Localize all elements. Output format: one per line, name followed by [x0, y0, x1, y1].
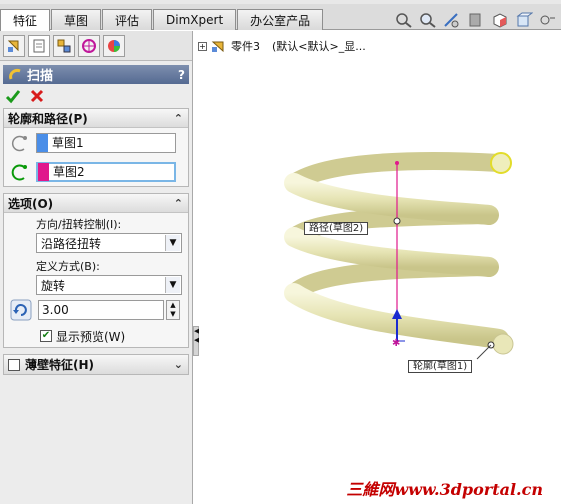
path-icon [11, 164, 27, 180]
display-style-icon[interactable] [491, 12, 509, 28]
manager-tabs [0, 31, 192, 61]
path-value: 草图2 [53, 165, 85, 179]
orientation-label: 方向/扭转控制(I): [36, 218, 122, 231]
turns-input[interactable]: 3.00 [38, 300, 164, 320]
preview-label: 显示预览(W) [56, 329, 126, 344]
section-view-icon[interactable] [443, 12, 461, 28]
tab-features[interactable]: 特征 [0, 9, 51, 31]
tab-office-products[interactable]: 办公室产品 [237, 9, 324, 30]
chevron-down-icon[interactable]: ▼ [165, 277, 180, 293]
display-manager-icon [108, 40, 120, 52]
path-callout[interactable]: 路径(草图2) [304, 222, 369, 235]
define-value: 旋转 [41, 278, 66, 293]
options-header[interactable]: 选项(O) ⌃ [4, 194, 188, 213]
thin-feature-checkbox[interactable] [8, 358, 20, 371]
dimxpert-manager-icon [82, 39, 96, 53]
part-config: (默认<默认>_显... [272, 40, 366, 53]
feature-manager-icon [7, 40, 19, 52]
profile-path-group: 轮廓和路径(P) ⌃ 草图1 草图2 [3, 108, 189, 187]
zoom-area-icon[interactable] [419, 12, 437, 28]
thin-feature-label: 薄壁特征(H) [25, 358, 95, 372]
configuration-manager-icon [57, 39, 71, 53]
profile-path-header[interactable]: 轮廓和路径(P) ⌃ [4, 109, 188, 128]
svg-text:✱: ✱ [392, 338, 400, 349]
property-manager-panel: 扫描 ? 轮廓和路径(P) ⌃ 草图1 草图2 选项(O) ⌃ 方向/扭转控制(… [0, 31, 193, 504]
tab-dimxpert[interactable]: DimXpert [153, 9, 237, 30]
define-label: 定义方式(B): [36, 260, 100, 273]
path-color-chip [38, 162, 49, 181]
define-dropdown[interactable]: 旋转 ▼ [36, 275, 182, 295]
profile-path-header-label: 轮廓和路径(P) [8, 111, 88, 126]
thin-feature-header[interactable]: 薄壁特征(H) ⌄ [4, 355, 188, 374]
profile-icon [11, 135, 27, 151]
turns-value: 3.00 [42, 303, 69, 317]
command-manager: 特征 草图 评估 DimXpert 办公室产品 [0, 0, 561, 31]
preview-checkbox[interactable]: ✔ [40, 330, 52, 342]
profile-value: 草图1 [52, 136, 84, 150]
path-selection-box[interactable]: 草图2 [36, 161, 176, 182]
ok-cancel-row [0, 84, 192, 108]
chevron-down-icon[interactable]: ▼ [165, 235, 180, 251]
help-button[interactable]: ? [178, 68, 185, 82]
feature-manager-tab[interactable] [3, 35, 25, 57]
chevron-up-icon[interactable]: ⌃ [174, 197, 183, 210]
tab-evaluate[interactable]: 评估 [102, 9, 153, 30]
display-manager-tab[interactable] [103, 35, 125, 57]
page-title: 扫描 [27, 69, 54, 84]
view-orientation-icon[interactable] [467, 12, 485, 28]
chevron-up-icon[interactable]: ⌃ [174, 112, 183, 125]
orientation-dropdown[interactable]: 沿路径扭转 ▼ [36, 233, 182, 253]
top-cut-strip [0, 0, 561, 4]
property-manager-icon [33, 39, 45, 53]
profile-callout[interactable]: 轮廓(草图1) [408, 360, 473, 373]
sweep-feature-icon [9, 68, 21, 79]
cancel-x-icon[interactable] [29, 88, 45, 104]
thin-feature-group: 薄壁特征(H) ⌄ [3, 354, 189, 375]
feature-tree-flyout: + 零件3 (默认<默认>_显... [198, 38, 366, 54]
options-group: 选项(O) ⌃ 方向/扭转控制(I): 沿路径扭转 ▼ 定义方式(B): 旋转 … [3, 193, 189, 348]
orientation-value: 沿路径扭转 [41, 236, 102, 251]
command-tabs: 特征 草图 评估 DimXpert 办公室产品 [0, 9, 324, 31]
watermark: 三維网www.3dportal.cn [346, 480, 543, 499]
property-manager-tab[interactable] [28, 35, 50, 57]
path-row: 草图2 [4, 157, 188, 186]
profile-row: 草图1 [4, 128, 188, 157]
dimxpert-manager-tab[interactable] [78, 35, 100, 57]
profile-selection-box[interactable]: 草图1 [36, 132, 176, 153]
configuration-manager-tab[interactable] [53, 35, 75, 57]
zoom-fit-icon[interactable] [395, 12, 413, 28]
part-icon [211, 41, 224, 53]
preview-checkbox-row[interactable]: ✔ 显示预览(W) [4, 325, 188, 347]
part-name[interactable]: 零件3 [231, 38, 260, 54]
sweep-title-bar: 扫描 ? [3, 65, 189, 84]
appearance-icon[interactable] [539, 12, 557, 28]
helix-sweep-model: ✱ [284, 152, 514, 360]
options-header-label: 选项(O) [8, 196, 54, 211]
reverse-direction-icon[interactable] [10, 299, 32, 321]
turns-row: 3.00 ▲ ▼ [4, 299, 188, 321]
profile-color-chip [37, 133, 48, 152]
tab-sketch[interactable]: 草图 [51, 9, 102, 30]
graphics-viewport[interactable]: ✱ [199, 31, 561, 504]
hide-show-icon[interactable] [515, 12, 534, 28]
ok-check-icon[interactable] [5, 88, 21, 104]
turns-stepper[interactable]: ▲ ▼ [166, 300, 180, 320]
view-toolbar [395, 12, 561, 28]
chevron-down-icon[interactable]: ⌄ [174, 358, 183, 371]
expand-icon[interactable]: + [198, 41, 207, 51]
